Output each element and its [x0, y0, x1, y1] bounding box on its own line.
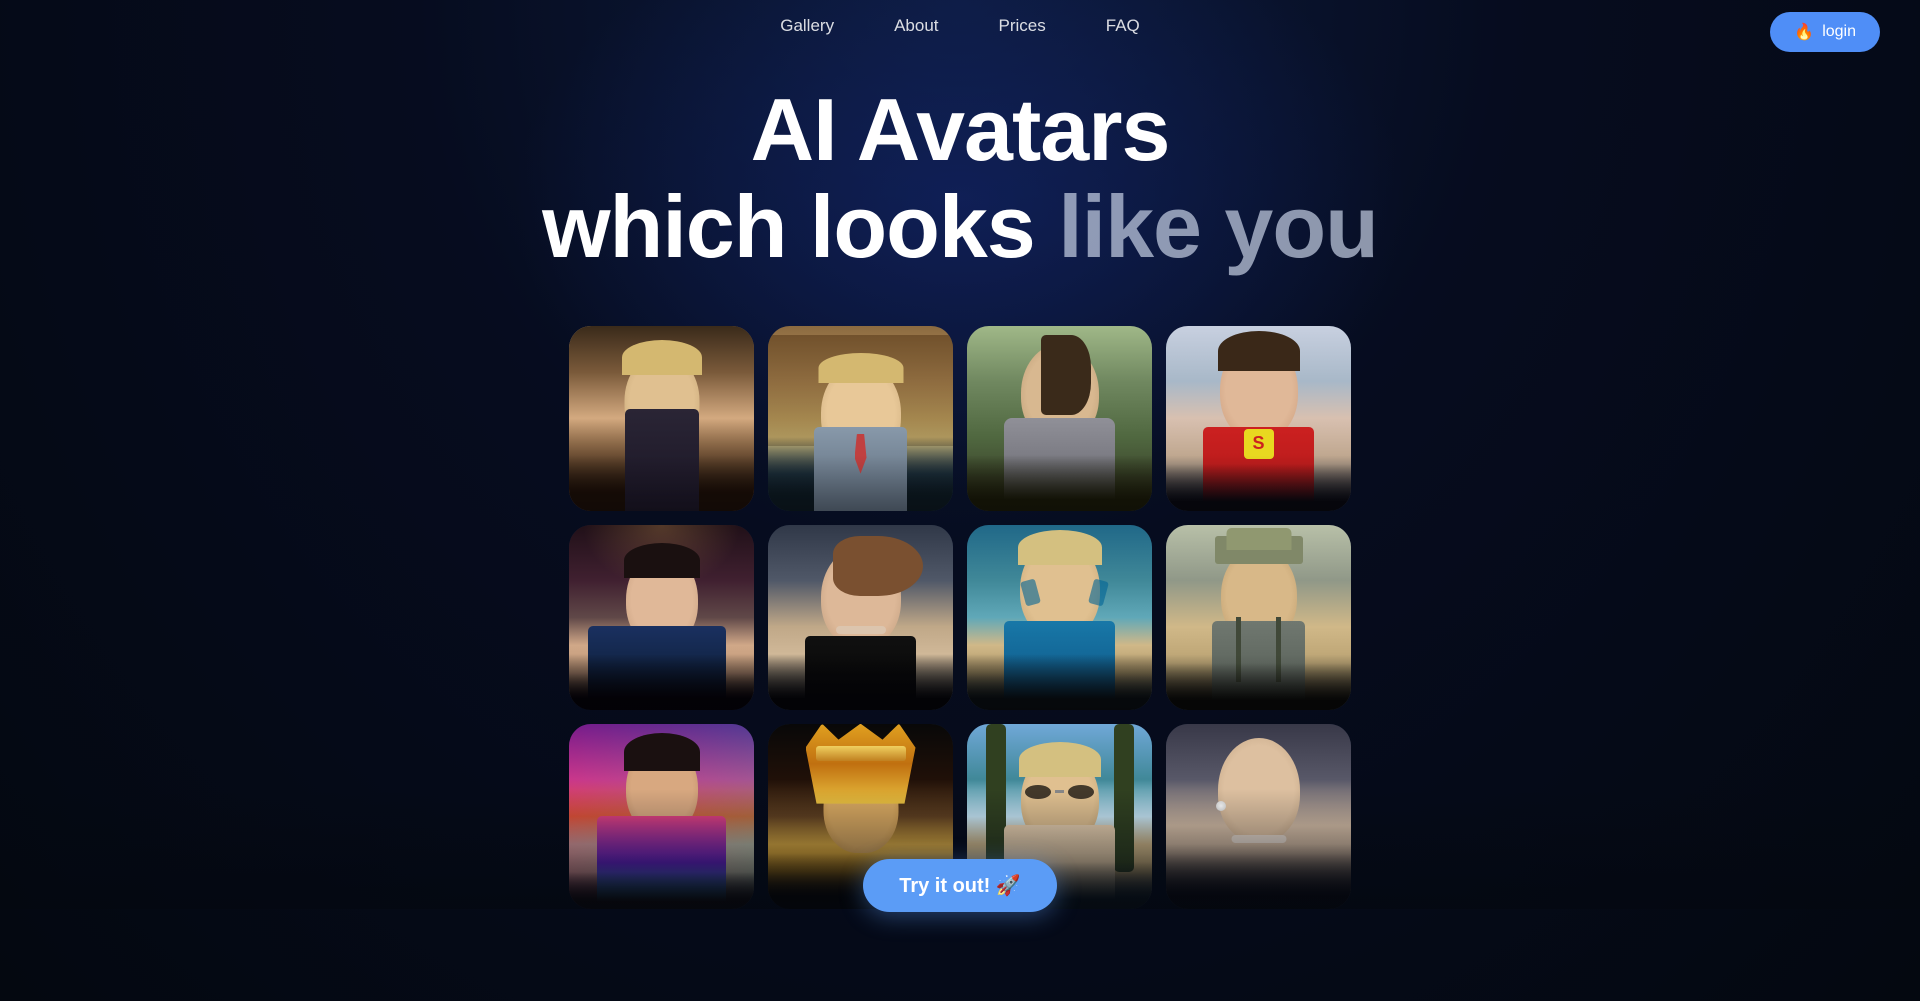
portrait-bg — [967, 326, 1152, 511]
gallery-grid: S — [0, 296, 1920, 909]
nav-faq[interactable]: FAQ — [1106, 16, 1140, 36]
try-it-out-button[interactable]: Try it out! 🚀 — [863, 859, 1057, 912]
portrait-bg — [1166, 525, 1351, 710]
portrait-bg: S — [1166, 326, 1351, 511]
login-label: login — [1822, 23, 1856, 41]
gallery-item — [967, 326, 1152, 511]
portrait-bg — [768, 525, 953, 710]
navigation: Gallery About Prices FAQ 🔥 login — [0, 0, 1920, 52]
gallery-container: S — [0, 296, 1920, 909]
portrait-bg — [569, 525, 754, 710]
gallery-row-2 — [569, 525, 1351, 710]
hero-title: AI Avatars which looks like you — [20, 82, 1900, 276]
nav-about[interactable]: About — [894, 16, 938, 36]
fire-icon: 🔥 — [1794, 22, 1814, 42]
hero-title-line2-normal: which looks — [542, 177, 1058, 276]
gallery-item — [569, 326, 754, 511]
hero-section: AI Avatars which looks like you — [0, 52, 1920, 296]
portrait-bg — [768, 326, 953, 511]
gallery-item — [768, 326, 953, 511]
gallery-item: S — [1166, 326, 1351, 511]
nav-gallery[interactable]: Gallery — [780, 16, 834, 36]
gallery-item — [569, 525, 754, 710]
gallery-item — [768, 525, 953, 710]
nav-links: Gallery About Prices FAQ — [780, 16, 1140, 36]
nav-prices[interactable]: Prices — [999, 16, 1046, 36]
hero-title-line2-muted: like you — [1058, 177, 1378, 276]
portrait-bg — [569, 326, 754, 511]
gallery-item — [1166, 525, 1351, 710]
cta-container: Try it out! 🚀 — [0, 859, 1920, 932]
portrait-bg — [967, 525, 1152, 710]
login-button[interactable]: 🔥 login — [1770, 12, 1880, 52]
gallery-row-1: S — [569, 326, 1351, 511]
hero-title-line1: AI Avatars — [751, 80, 1170, 179]
gallery-item — [967, 525, 1152, 710]
